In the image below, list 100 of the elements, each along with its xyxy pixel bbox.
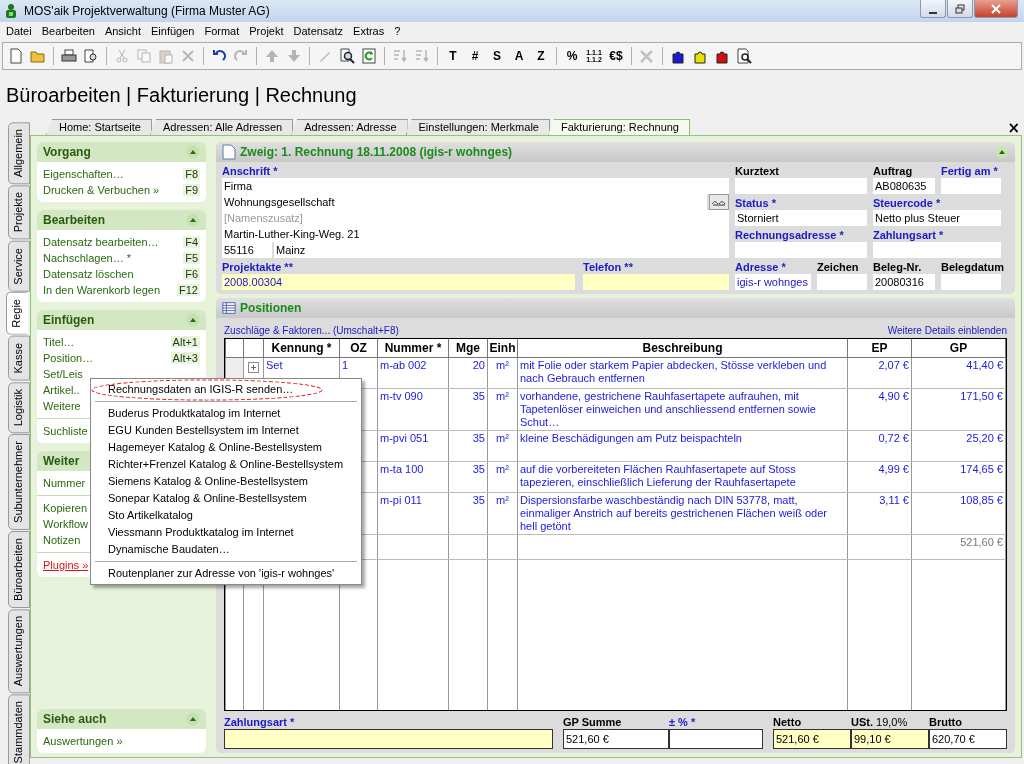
column-header[interactable]: Beschreibung [517, 339, 848, 358]
menu-item[interactable]: Buderus Produktkatalog im Internet [108, 407, 281, 419]
menu-item[interactable]: EGU Kunden Bestellsystem im Internet [108, 424, 299, 436]
side-tab[interactable]: Büroarbeiten [8, 530, 30, 608]
input-field[interactable] [669, 729, 763, 749]
sidebar-link[interactable]: Drucken & Verbuchen » [43, 184, 160, 196]
input-field[interactable]: 521,60 € [773, 729, 851, 749]
sidebar-link[interactable]: Kopieren [43, 502, 88, 514]
column-header[interactable]: EP [847, 339, 912, 358]
input-field[interactable]: Wohnungsgesellschaft [222, 194, 707, 210]
column-header[interactable]: Einh [487, 339, 518, 358]
sidebar-link[interactable]: Datensatz bearbeiten… [43, 236, 159, 248]
sidebar-link[interactable]: Artikel.. [43, 384, 80, 396]
tab[interactable]: Fakturierung: Rechnung [547, 119, 690, 135]
sidebar-link[interactable]: Suchliste [43, 425, 88, 437]
tab[interactable]: Home: Startseite [46, 119, 152, 135]
menu-item[interactable]: Viessmann Produktkatalog im Internet [108, 526, 294, 538]
input-field[interactable] [224, 729, 553, 749]
input-field[interactable]: 99,10 € [851, 729, 929, 749]
input-field[interactable]: Martin-Luther-King-Weg. 21 [222, 226, 729, 242]
menu-item[interactable]: Einfügen [147, 25, 201, 37]
toolbar-button[interactable]: €$ [605, 45, 627, 67]
sidebar-link[interactable]: Titel… [43, 336, 75, 348]
side-tab[interactable]: Service [8, 240, 30, 292]
menu-item[interactable]: Hagemeyer Katalog & Online-Bestellsystem [108, 441, 322, 453]
side-tab[interactable]: Regie [6, 292, 28, 336]
side-tab[interactable]: Auswertungen [8, 608, 30, 694]
menu-item[interactable]: Format [200, 25, 246, 37]
side-tab[interactable]: Subunternehmer [8, 434, 30, 530]
tab[interactable]: Adressen: Alle Adressen [149, 119, 294, 135]
menu-item[interactable]: Richter+Frenzel Katalog & Online-Bestellsystem [108, 458, 344, 470]
column-header[interactable]: GP [911, 339, 1006, 358]
toolbar-button[interactable]: T [442, 45, 464, 67]
side-tab[interactable]: Kasse [8, 336, 30, 381]
expand-icon[interactable] [248, 362, 259, 373]
input-field[interactable]: [Namenszusatz] [222, 210, 729, 226]
side-tab[interactable]: Allgemein [8, 122, 30, 185]
sidebar-link[interactable]: Set/Leis [43, 368, 83, 380]
sidebar-link[interactable]: Auswertungen » [43, 735, 123, 747]
details-link[interactable]: Weitere Details einblenden [887, 325, 1007, 336]
sidebar-link[interactable]: Notizen [43, 534, 81, 546]
menu-item[interactable]: Dynamische Baudaten… [108, 543, 230, 555]
tab[interactable]: Adressen: Adresse [291, 119, 408, 135]
input-field[interactable] [735, 178, 867, 194]
side-tab[interactable]: Projekte [8, 185, 30, 240]
column-header[interactable]: Mge [448, 339, 488, 358]
input-field[interactable]: AB080635 [873, 178, 935, 194]
sidebar-link[interactable]: Position… [43, 352, 94, 364]
input-field[interactable] [735, 242, 867, 258]
toolbar-button[interactable]: # [464, 45, 486, 67]
menu-item[interactable]: Routenplaner zur Adresse von 'igis-r wohnges' [108, 567, 335, 579]
menu-item[interactable]: Bearbeiten [37, 25, 101, 37]
menu-item[interactable]: Ansicht [100, 25, 147, 37]
toolbar-button[interactable]: Z [530, 45, 552, 67]
input-field[interactable]: Firma [222, 178, 729, 194]
input-field[interactable]: 2008.00304 [222, 274, 575, 290]
menu-item[interactable]: ? [390, 25, 407, 37]
input-field[interactable]: Mainz [274, 242, 729, 258]
sidebar-link[interactable]: In den Warenkorb legen [43, 284, 160, 296]
input-field[interactable]: 620,70 € [929, 729, 1007, 749]
menu-item[interactable]: Sonepar Katalog & Online-Bestellsystem [108, 492, 307, 504]
input-field[interactable] [817, 274, 867, 290]
close-button[interactable] [974, 0, 1018, 18]
plugins-link[interactable]: Plugins » [43, 559, 89, 571]
collapse-icon[interactable] [186, 313, 200, 327]
side-tab[interactable]: Logistik [8, 381, 30, 433]
input-field[interactable] [941, 274, 1001, 290]
column-header[interactable]: Kennung * [263, 339, 340, 358]
sidebar-link[interactable]: Weitere [43, 400, 81, 412]
close-tab-button[interactable]: × [1005, 121, 1022, 135]
input-field[interactable]: 55116 [222, 242, 272, 258]
side-tab[interactable]: Stammdaten [8, 694, 30, 764]
toolbar-button[interactable]: S [486, 45, 508, 67]
surcharges-link[interactable]: Zuschläge & Faktoren... (Umschalt+F8) [224, 325, 399, 336]
sidebar-link[interactable]: Datensatz löschen [43, 268, 134, 280]
toolbar-button[interactable]: % [561, 45, 583, 67]
input-field[interactable] [941, 178, 1001, 194]
sidebar-link[interactable]: Eigenschaften… [43, 168, 124, 180]
tab[interactable]: Einstellungen: Merkmale [405, 119, 550, 135]
minimize-button[interactable] [920, 0, 946, 18]
input-field[interactable]: 521,60 € [563, 729, 669, 749]
input-field[interactable]: Netto plus Steuer [873, 210, 1001, 226]
maximize-button[interactable] [947, 0, 973, 18]
input-field[interactable] [873, 242, 1001, 258]
collapse-icon[interactable] [995, 145, 1009, 159]
sidebar-link[interactable]: Nachschlagen… * [43, 252, 132, 264]
collapse-icon[interactable] [186, 712, 200, 726]
input-field[interactable] [583, 274, 729, 290]
input-field[interactable]: Storniert [735, 210, 867, 226]
sidebar-link[interactable]: Workflow [43, 518, 89, 530]
toolbar-button[interactable]: A [508, 45, 530, 67]
collapse-icon[interactable] [186, 213, 200, 227]
menu-item[interactable]: Datei [2, 25, 38, 37]
sidebar-link[interactable]: Nummer [43, 477, 86, 489]
menu-item[interactable]: Datensatz [289, 25, 350, 37]
input-field[interactable]: igis-r wohnges [735, 274, 811, 290]
menu-item[interactable]: Siemens Katalog & Online-Bestellsystem [108, 475, 308, 487]
column-header[interactable]: Nummer * [377, 339, 449, 358]
menu-item[interactable]: Sto Artikelkatalog [108, 509, 193, 521]
menu-item[interactable]: Projekt [245, 25, 290, 37]
